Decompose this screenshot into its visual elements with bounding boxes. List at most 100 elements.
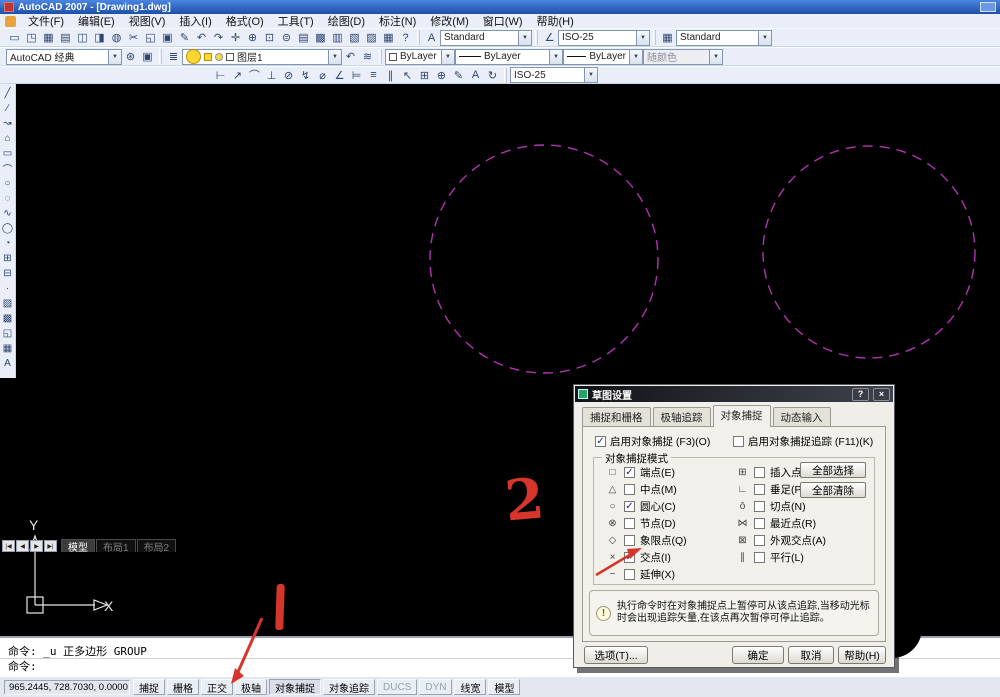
aligned-dimension-icon[interactable]: ↗ — [229, 68, 246, 83]
coordinate-readout[interactable]: 965.2445, 728.7030, 0.0000 — [4, 679, 130, 695]
redo-icon[interactable]: ↷ — [210, 30, 227, 45]
dim-style-combo-2[interactable]: ISO-25 ▼ — [510, 67, 598, 83]
layer-combo[interactable]: 图层1 ▼ — [182, 48, 342, 65]
dialog-close-button[interactable]: × — [873, 387, 890, 401]
arc-length-icon[interactable]: ⌒ — [246, 68, 263, 83]
linetype-combo[interactable]: ByLayer ▼ — [455, 48, 563, 65]
menu-item[interactable]: 标注(N) — [372, 13, 423, 29]
circle-icon[interactable]: ○ — [0, 176, 15, 191]
enable-otrack-checkbox[interactable] — [733, 436, 744, 447]
plot-icon[interactable]: ▤ — [57, 30, 74, 45]
make-object-layer-current-icon[interactable]: ↶ — [342, 49, 359, 64]
layout-tab[interactable]: 模型 — [61, 539, 95, 554]
menu-item[interactable]: 帮助(H) — [530, 13, 581, 29]
chevron-down-icon[interactable]: ▼ — [328, 49, 341, 64]
menu-item[interactable]: 绘图(D) — [321, 13, 372, 29]
mtext-icon[interactable]: A — [0, 356, 15, 371]
next-tab-button[interactable]: ▶ — [30, 540, 43, 552]
new-icon[interactable]: ▭ — [6, 30, 23, 45]
paste-icon[interactable]: ▣ — [159, 30, 176, 45]
chevron-down-icon[interactable]: ▼ — [636, 30, 649, 45]
diameter-icon[interactable]: ⌀ — [314, 68, 331, 83]
text-style-icon[interactable]: A — [423, 30, 440, 45]
quick-calc-icon[interactable]: ▦ — [380, 30, 397, 45]
last-tab-button[interactable]: ▶| — [44, 540, 57, 552]
tolerance-icon[interactable]: ⊞ — [416, 68, 433, 83]
enable-osnap-checkbox[interactable] — [595, 436, 606, 447]
chevron-down-icon[interactable]: ▼ — [758, 30, 771, 45]
snap-checkbox[interactable] — [624, 535, 635, 546]
publish-icon[interactable]: ◨ — [91, 30, 108, 45]
dialog-tab[interactable]: 对象捕捉 — [712, 405, 771, 427]
layer-previous-icon[interactable]: ≋ — [359, 49, 376, 64]
snap-checkbox[interactable] — [624, 518, 635, 529]
save-icon[interactable]: ▦ — [40, 30, 57, 45]
menu-item[interactable]: 视图(V) — [122, 13, 173, 29]
open-icon[interactable]: ◳ — [23, 30, 40, 45]
snap-checkbox[interactable] — [754, 501, 765, 512]
ordinate-icon[interactable]: ⊥ — [263, 68, 280, 83]
hatch-icon[interactable]: ▨ — [0, 296, 15, 311]
polygon-icon[interactable]: ⌂ — [0, 131, 15, 146]
snap-checkbox[interactable] — [624, 501, 635, 512]
dialog-tab[interactable]: 捕捉和栅格 — [582, 407, 651, 427]
designcenter-icon[interactable]: ▩ — [312, 30, 329, 45]
status-toggle-button[interactable]: 栅格 — [167, 679, 199, 695]
angular-icon[interactable]: ∠ — [331, 68, 348, 83]
properties-icon[interactable]: ▤ — [295, 30, 312, 45]
prev-tab-button[interactable]: ◀ — [16, 540, 29, 552]
dimension-edit-icon[interactable]: ✎ — [450, 68, 467, 83]
menu-item[interactable]: 窗口(W) — [476, 13, 530, 29]
construction-line-icon[interactable]: ∕ — [0, 101, 15, 116]
table-style-combo[interactable]: Standard ▼ — [676, 29, 772, 46]
chevron-down-icon[interactable]: ▼ — [584, 68, 597, 82]
layout-tab[interactable]: 布局1 — [96, 539, 136, 554]
radius-icon[interactable]: ⊘ — [280, 68, 297, 83]
rectangle-icon[interactable]: ▭ — [0, 146, 15, 161]
baseline-icon[interactable]: ≡ — [365, 68, 382, 83]
snap-checkbox[interactable] — [754, 467, 765, 478]
menu-item[interactable]: 修改(M) — [423, 13, 476, 29]
dialog-tab[interactable]: 极轴追踪 — [652, 407, 711, 427]
layer-lock-icon[interactable] — [215, 52, 223, 61]
menu-item[interactable]: 工具(T) — [271, 13, 321, 29]
zoom-realtime-icon[interactable]: ⊕ — [244, 30, 261, 45]
ellipse-icon[interactable]: ◯ — [0, 221, 15, 236]
chevron-down-icon[interactable]: ▼ — [441, 49, 454, 64]
dialog-title-bar[interactable]: 草图设置 ? × — [575, 386, 893, 402]
chevron-down-icon[interactable]: ▼ — [629, 49, 642, 64]
snap-checkbox[interactable] — [754, 484, 765, 495]
layer-color-swatch[interactable] — [226, 52, 234, 61]
chevron-down-icon[interactable]: ▼ — [518, 30, 531, 45]
status-toggle-button[interactable]: 捕捉 — [133, 679, 165, 695]
menu-item[interactable]: 编辑(E) — [71, 13, 122, 29]
pan-icon[interactable]: ✛ — [227, 30, 244, 45]
line-icon[interactable]: ╱ — [0, 86, 15, 101]
snap-checkbox[interactable] — [624, 484, 635, 495]
undo-icon[interactable]: ↶ — [193, 30, 210, 45]
chevron-down-icon[interactable]: ▼ — [108, 49, 121, 64]
layer-properties-manager-icon[interactable]: ≣ — [165, 49, 182, 64]
snap-checkbox[interactable] — [754, 518, 765, 529]
dialog-tab[interactable]: 动态输入 — [772, 407, 831, 427]
polyline-icon[interactable]: ↝ — [0, 116, 15, 131]
chevron-down-icon[interactable]: ▼ — [709, 49, 722, 64]
cut-icon[interactable]: ✂ — [125, 30, 142, 45]
help-icon[interactable]: ? — [397, 30, 414, 45]
arc-icon[interactable]: ⌒ — [0, 161, 15, 176]
jogged-icon[interactable]: ↯ — [297, 68, 314, 83]
workspace-settings-icon[interactable]: ⊛ — [122, 49, 139, 64]
table-style-icon[interactable]: ▦ — [659, 30, 676, 45]
make-block-icon[interactable]: ⊟ — [0, 266, 15, 281]
status-toggle-button[interactable]: 极轴 — [235, 679, 267, 695]
ellipse-arc-icon[interactable]: ◔ — [0, 236, 15, 251]
snap-checkbox[interactable] — [754, 535, 765, 546]
cancel-button[interactable]: 取消 — [788, 646, 834, 664]
layer-freeze-sun-icon[interactable] — [204, 52, 212, 61]
status-toggle-button[interactable]: 对象追踪 — [323, 679, 375, 695]
my-workspace-icon[interactable]: ▣ — [139, 49, 156, 64]
quick-leader-icon[interactable]: ↖ — [399, 68, 416, 83]
tool-palettes-icon[interactable]: ▥ — [329, 30, 346, 45]
plot-preview-icon[interactable]: ◫ — [74, 30, 91, 45]
insert-block-icon[interactable]: ⊞ — [0, 251, 15, 266]
